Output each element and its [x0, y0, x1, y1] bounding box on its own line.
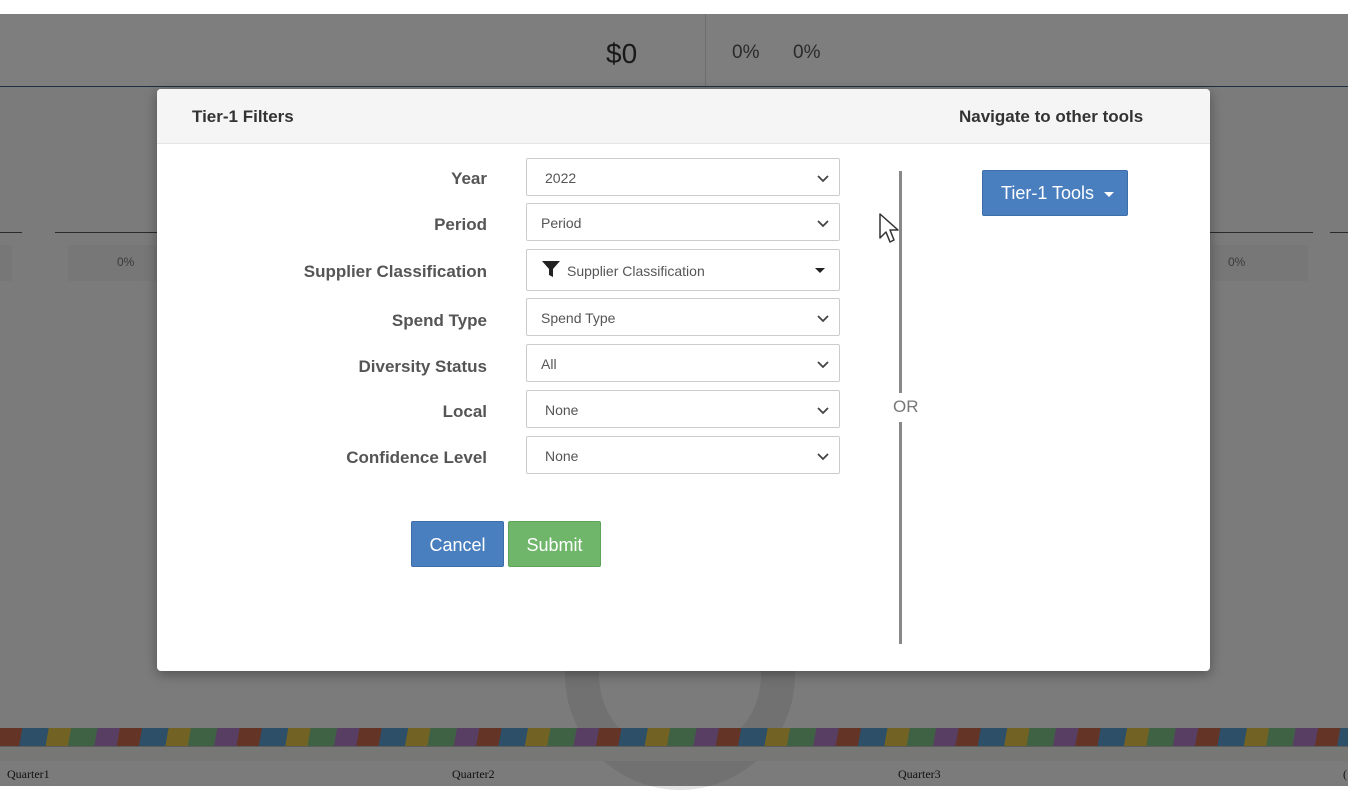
modal-title: Tier-1 Filters	[192, 107, 294, 126]
tier1-tools-label: Tier-1 Tools	[1001, 183, 1095, 203]
top-strip	[0, 0, 1348, 14]
caret-down-icon	[815, 268, 825, 273]
navigate-title: Navigate to other tools	[959, 107, 1144, 126]
chevron-down-icon	[817, 453, 829, 461]
mouse-cursor-icon	[879, 213, 899, 243]
caret-down-icon	[1104, 192, 1114, 197]
cancel-button[interactable]: Cancel	[411, 521, 504, 567]
spend-type-value: Spend Type	[541, 310, 616, 326]
year-select-value: 2022	[545, 170, 577, 186]
chevron-down-icon	[817, 175, 829, 183]
supplier-classification-value: Supplier Classification	[567, 263, 705, 279]
modal-header: Tier-1 Filters Navigate to other tools	[157, 89, 1210, 144]
or-divider-line	[899, 422, 902, 644]
chevron-down-icon	[817, 220, 829, 228]
submit-button[interactable]: Submit	[508, 521, 601, 567]
chevron-down-icon	[817, 315, 829, 323]
supplier-classification-label: Supplier Classification	[303, 262, 487, 281]
diversity-status-label: Diversity Status	[358, 357, 488, 376]
supplier-classification-select[interactable]: Supplier Classification	[526, 249, 840, 291]
period-label: Period	[434, 215, 487, 234]
chevron-down-icon	[817, 407, 829, 415]
tier1-tools-dropdown-button[interactable]: Tier-1 Tools	[982, 170, 1128, 216]
period-select[interactable]: Period	[526, 203, 840, 241]
period-select-value: Period	[541, 215, 582, 231]
year-select[interactable]: 2022	[526, 158, 840, 196]
diversity-status-select[interactable]: All	[526, 344, 840, 382]
local-value: None	[545, 402, 579, 418]
spend-type-select[interactable]: Spend Type	[526, 298, 840, 336]
local-select[interactable]: None	[526, 390, 840, 428]
confidence-level-value: None	[545, 448, 579, 464]
confidence-level-select[interactable]: None	[526, 436, 840, 474]
diversity-status-value: All	[541, 356, 557, 372]
confidence-level-label: Confidence Level	[346, 448, 487, 467]
filters-modal: Tier-1 Filters Navigate to other tools Y…	[157, 89, 1210, 671]
or-divider-line	[899, 171, 902, 393]
chevron-down-icon	[817, 361, 829, 369]
spend-type-label: Spend Type	[391, 311, 487, 330]
or-label: OR	[893, 397, 919, 416]
local-label: Local	[442, 402, 487, 421]
year-label: Year	[451, 169, 487, 188]
filter-icon	[542, 261, 560, 277]
